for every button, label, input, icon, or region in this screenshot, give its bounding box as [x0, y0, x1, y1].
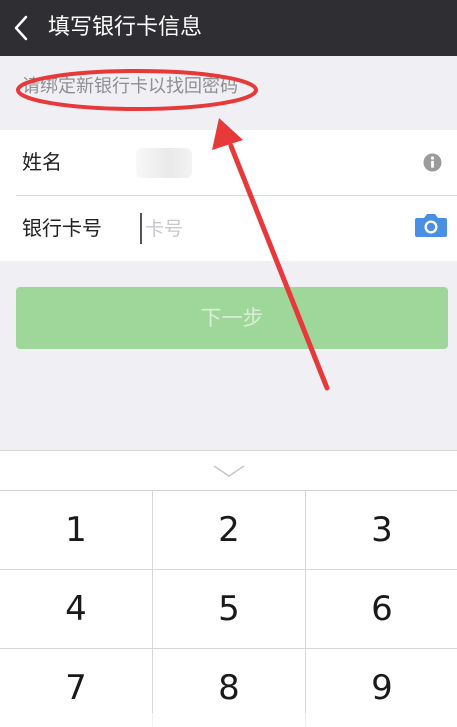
key-1[interactable]: 1: [0, 491, 152, 569]
card-number-row: 银行卡号: [0, 196, 457, 261]
card-number-input[interactable]: [145, 196, 395, 261]
key-7[interactable]: 7: [0, 649, 152, 727]
chevron-down-icon: [213, 465, 245, 477]
back-button[interactable]: [0, 0, 44, 56]
next-step-button[interactable]: 下一步: [16, 287, 448, 349]
key-6[interactable]: 6: [306, 570, 457, 648]
key-5[interactable]: 5: [153, 570, 305, 648]
chevron-left-icon: [14, 15, 28, 41]
name-row: 姓名: [0, 130, 457, 195]
key-9[interactable]: 9: [306, 649, 457, 727]
info-icon[interactable]: [423, 153, 442, 172]
cardholder-name-value: [136, 148, 192, 178]
navigation-bar: 填写银行卡信息: [0, 0, 457, 56]
keyboard-collapse-button[interactable]: [0, 451, 457, 490]
key-8[interactable]: 8: [153, 649, 305, 727]
rebind-hint-text: 请绑定新银行卡以找回密码: [22, 76, 238, 97]
camera-icon[interactable]: [414, 212, 448, 238]
text-caret: [140, 213, 142, 244]
name-label: 姓名: [22, 150, 62, 174]
bank-card-form: 姓名 银行卡号: [0, 130, 457, 261]
key-2[interactable]: 2: [153, 491, 305, 569]
numeric-keyboard: 1 2 3 4 5 6 7 8 9: [0, 450, 457, 727]
card-number-label: 银行卡号: [22, 216, 102, 240]
page-title: 填写银行卡信息: [48, 15, 203, 40]
key-3[interactable]: 3: [306, 491, 457, 569]
key-4[interactable]: 4: [0, 570, 152, 648]
